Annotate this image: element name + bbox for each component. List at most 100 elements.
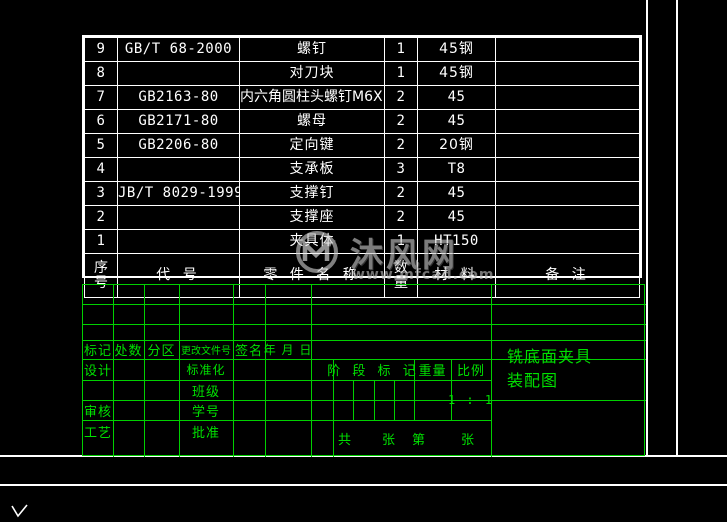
cell-item-no: 8 <box>84 61 118 86</box>
tb-label-sheets-total-prefix: 共 <box>337 432 352 448</box>
cell-item-no: 9 <box>84 37 118 62</box>
cell-standard-code: GB/T 68-2000 <box>117 37 240 62</box>
cell-material: 45 <box>417 181 496 206</box>
cell-standard-code <box>117 61 240 86</box>
title-block: 标记 处数 分区 更改文件号 签名 年 月 日 设计 审核 工艺 标准化 班级 … <box>82 284 646 457</box>
tb-hline-title-bottom <box>491 400 646 401</box>
tb-label-signature: 签名 <box>234 344 263 359</box>
cell-material: 45钢 <box>417 61 496 86</box>
cell-material: T8 <box>417 157 496 182</box>
cell-standard-code <box>117 229 240 254</box>
cell-standard-code <box>117 205 240 230</box>
tb-vline-c2 <box>144 285 145 457</box>
cell-remark <box>495 85 640 110</box>
cad-drawing-canvas: 9 GB/T 68-2000 螺钉 1 45钢 8 对刀块 1 45钢 7 GB2163-80 内六角… <box>0 0 727 522</box>
cell-quantity: 1 <box>384 61 418 86</box>
tb-label-approval: 批准 <box>191 425 220 441</box>
cell-quantity: 2 <box>384 181 418 206</box>
cell-material: 45 <box>417 109 496 134</box>
cell-quantity: 3 <box>384 157 418 182</box>
cell-part-name: 内六角圆柱头螺钉M6X12 <box>239 85 385 110</box>
tb-hline-title-top <box>491 340 646 341</box>
cell-part-name: 定向键 <box>239 133 385 158</box>
cell-remark <box>495 109 640 134</box>
frame-outer-right-line <box>676 0 678 456</box>
cell-material: 45 <box>417 205 496 230</box>
drawing-title-line-2: 装配图 <box>507 371 559 390</box>
cell-material: 20钢 <box>417 133 496 158</box>
tb-hline-2 <box>83 324 646 325</box>
tb-vline-c6 <box>311 285 312 457</box>
cell-item-no: 6 <box>84 109 118 134</box>
cell-quantity: 1 <box>384 37 418 62</box>
tb-vline-c4 <box>233 285 234 457</box>
cell-quantity: 2 <box>384 109 418 134</box>
cell-part-name: 支承板 <box>239 157 385 182</box>
table-row: 7 GB2163-80 内六角圆柱头螺钉M6X12 2 45 <box>84 85 640 110</box>
tb-label-review: 审核 <box>83 404 112 420</box>
cell-standard-code: GB2206-80 <box>117 133 240 158</box>
cell-part-name: 螺母 <box>239 109 385 134</box>
cell-standard-code: GB2163-80 <box>117 85 240 110</box>
tb-vline-title-left <box>491 285 492 457</box>
table-row: 9 GB/T 68-2000 螺钉 1 45钢 <box>84 37 640 62</box>
cell-remark <box>495 133 640 158</box>
tb-value-scale: 1 : 1 <box>447 393 495 407</box>
cell-quantity: 2 <box>384 133 418 158</box>
tb-label-change-doc: 更改文件号 <box>181 346 231 357</box>
cell-remark <box>495 205 640 230</box>
tb-label-class: 班级 <box>191 384 220 400</box>
cell-standard-code <box>117 157 240 182</box>
tb-label-scale: 比例 <box>456 364 485 379</box>
cell-part-name: 支撑钉 <box>239 181 385 206</box>
tb-label-sheets-index-suffix: 张 <box>460 432 475 448</box>
cell-item-no: 1 <box>84 229 118 254</box>
cell-material: 45钢 <box>417 37 496 62</box>
cell-item-no: 4 <box>84 157 118 182</box>
frame-inner-right-line <box>646 0 648 456</box>
cell-part-name: 对刀块 <box>239 61 385 86</box>
cell-part-name: 夹具体 <box>239 229 385 254</box>
cell-standard-code: GB2171-80 <box>117 109 240 134</box>
cell-remark <box>495 229 640 254</box>
cell-remark <box>495 181 640 206</box>
tb-label-sheets-total-suffix: 张 <box>381 432 396 448</box>
cell-material: 45 <box>417 85 496 110</box>
parts-list-body: 9 GB/T 68-2000 螺钉 1 45钢 8 对刀块 1 45钢 7 GB2163-80 内六角… <box>84 37 640 298</box>
cell-quantity: 1 <box>384 229 418 254</box>
tb-label-date: 年 月 日 <box>263 343 313 357</box>
tb-label-standardization: 标准化 <box>186 363 226 377</box>
frame-bottom-outer-line <box>0 484 727 486</box>
table-row: 8 对刀块 1 45钢 <box>84 61 640 86</box>
cell-item-no: 2 <box>84 205 118 230</box>
tb-hline-1 <box>83 304 646 305</box>
table-row: 3 JB/T 8029-1999 支撑钉 2 45 <box>84 181 640 206</box>
drawing-title-line-1: 铣底面夹具 <box>507 347 593 366</box>
tb-label-mark: 标记 <box>83 344 112 359</box>
tb-vline-c1 <box>113 285 114 457</box>
cell-remark <box>495 157 640 182</box>
cell-quantity: 2 <box>384 205 418 230</box>
drawing-title: 铣底面夹具 装配图 <box>507 345 592 393</box>
tb-label-weight: 重量 <box>418 364 447 379</box>
cell-item-no: 3 <box>84 181 118 206</box>
cell-item-no: 5 <box>84 133 118 158</box>
table-row: 6 GB2171-80 螺母 2 45 <box>84 109 640 134</box>
table-row: 2 支撑座 2 45 <box>84 205 640 230</box>
surface-finish-marker-icon <box>11 504 28 518</box>
cell-quantity: 2 <box>384 85 418 110</box>
cell-standard-code: JB/T 8029-1999 <box>117 181 240 206</box>
parts-list-table: 9 GB/T 68-2000 螺钉 1 45钢 8 对刀块 1 45钢 7 GB2163-80 内六角… <box>82 35 642 298</box>
tb-label-row2-role <box>83 380 113 400</box>
tb-label-process: 工艺 <box>83 425 112 441</box>
tb-vline-c5 <box>265 285 266 457</box>
tb-label-design: 设计 <box>83 364 112 379</box>
tb-label-count: 处数 <box>114 344 143 359</box>
cell-material: HT150 <box>417 229 496 254</box>
table-row: 4 支承板 3 T8 <box>84 157 640 182</box>
cell-remark <box>495 37 640 62</box>
cell-part-name: 支撑座 <box>239 205 385 230</box>
tb-label-sheets-index-prefix: 第 <box>411 432 426 448</box>
tb-vline-stage-s2 <box>374 380 375 420</box>
tb-label-student-id: 学号 <box>191 404 220 420</box>
